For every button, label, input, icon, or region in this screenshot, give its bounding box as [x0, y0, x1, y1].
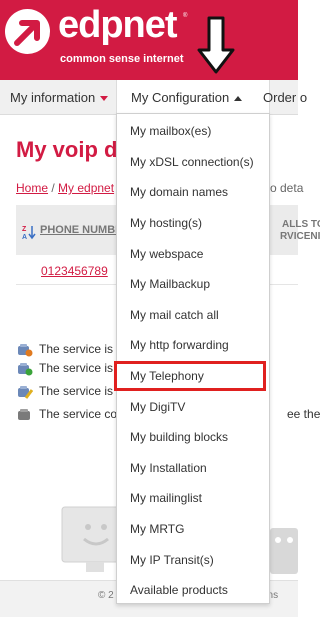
- menu-item-webspace[interactable]: My webspace: [117, 239, 269, 269]
- svg-text:A: A: [22, 234, 27, 240]
- menu-item-mail-catch-all[interactable]: My mail catch all: [117, 300, 269, 330]
- menu-item-digitv[interactable]: My DigiTV: [117, 392, 269, 422]
- breadcrumb-home[interactable]: Home: [16, 181, 48, 195]
- legend-text-tail: ee the: [287, 407, 320, 421]
- brand-tagline: common sense internet: [60, 53, 184, 65]
- site-header: edpnet ® common sense internet: [0, 0, 298, 80]
- menu-item-mailbackup[interactable]: My Mailbackup: [117, 269, 269, 299]
- box-illustration-icon: [270, 528, 298, 574]
- nav-order[interactable]: Order o: [263, 80, 307, 115]
- breadcrumb: Home / My edpnet: [16, 181, 114, 195]
- down-arrow-icon: [197, 16, 235, 74]
- main-navbar: My information My Configuration Order o: [0, 80, 307, 115]
- menu-item-installation[interactable]: My Installation: [117, 453, 269, 483]
- legend-text: The service is: [39, 384, 114, 398]
- breadcrumb-my-edpnet[interactable]: My edpnet: [58, 181, 114, 195]
- breadcrumb-separator: /: [48, 181, 59, 195]
- service-edit-icon: [18, 386, 33, 399]
- nav-my-information[interactable]: My information: [10, 80, 109, 115]
- column-header-phone-number[interactable]: PHONE NUMBE: [40, 224, 123, 236]
- menu-item-mrtg[interactable]: My MRTG: [117, 514, 269, 544]
- legend-text: The service is: [39, 361, 114, 375]
- menu-item-building-blocks[interactable]: My building blocks: [117, 422, 269, 452]
- menu-item-ip-transits[interactable]: My IP Transit(s): [117, 545, 269, 575]
- my-configuration-dropdown: My mailbox(es) My xDSL connection(s) My …: [114, 113, 270, 605]
- column-header-calls-line2: RVICENI: [280, 231, 320, 242]
- page-title: My voip d: [16, 137, 118, 162]
- caret-up-icon: [234, 96, 243, 102]
- menu-item-domain-names[interactable]: My domain names: [117, 177, 269, 207]
- menu-item-available-products[interactable]: Available products: [117, 575, 269, 605]
- breadcrumb-current: o deta: [270, 181, 304, 195]
- nav-my-configuration[interactable]: My Configuration: [116, 80, 270, 115]
- service-phone-icon: [18, 409, 30, 420]
- nav-my-configuration-label: My Configuration: [131, 90, 230, 105]
- logo-arrow-icon: [5, 9, 50, 54]
- nav-my-information-label: My information: [10, 90, 96, 105]
- column-header-calls-line1: ALLS TO: [282, 219, 320, 230]
- menu-item-mailinglist[interactable]: My mailinglist: [117, 483, 269, 513]
- sort-az-icon[interactable]: Z A: [22, 224, 36, 240]
- menu-item-telephony[interactable]: My Telephony: [114, 361, 266, 391]
- menu-item-mailboxes[interactable]: My mailbox(es): [117, 116, 269, 146]
- caret-down-icon: [100, 96, 109, 102]
- brand-name[interactable]: edpnet: [58, 4, 178, 47]
- legend-text: The service co: [39, 407, 118, 421]
- footer-copyright: © 2: [98, 590, 114, 601]
- menu-item-http-forwarding[interactable]: My http forwarding: [117, 330, 269, 360]
- svg-text:Z: Z: [22, 226, 27, 233]
- service-status-icon: [18, 344, 33, 357]
- phone-number-link[interactable]: 0123456789: [41, 264, 108, 278]
- menu-item-xdsl-connections[interactable]: My xDSL connection(s): [117, 147, 269, 177]
- menu-item-hostings[interactable]: My hosting(s): [117, 208, 269, 238]
- service-active-icon: [18, 363, 33, 376]
- legend-text: The service is: [39, 342, 114, 356]
- trademark: ®: [183, 13, 188, 19]
